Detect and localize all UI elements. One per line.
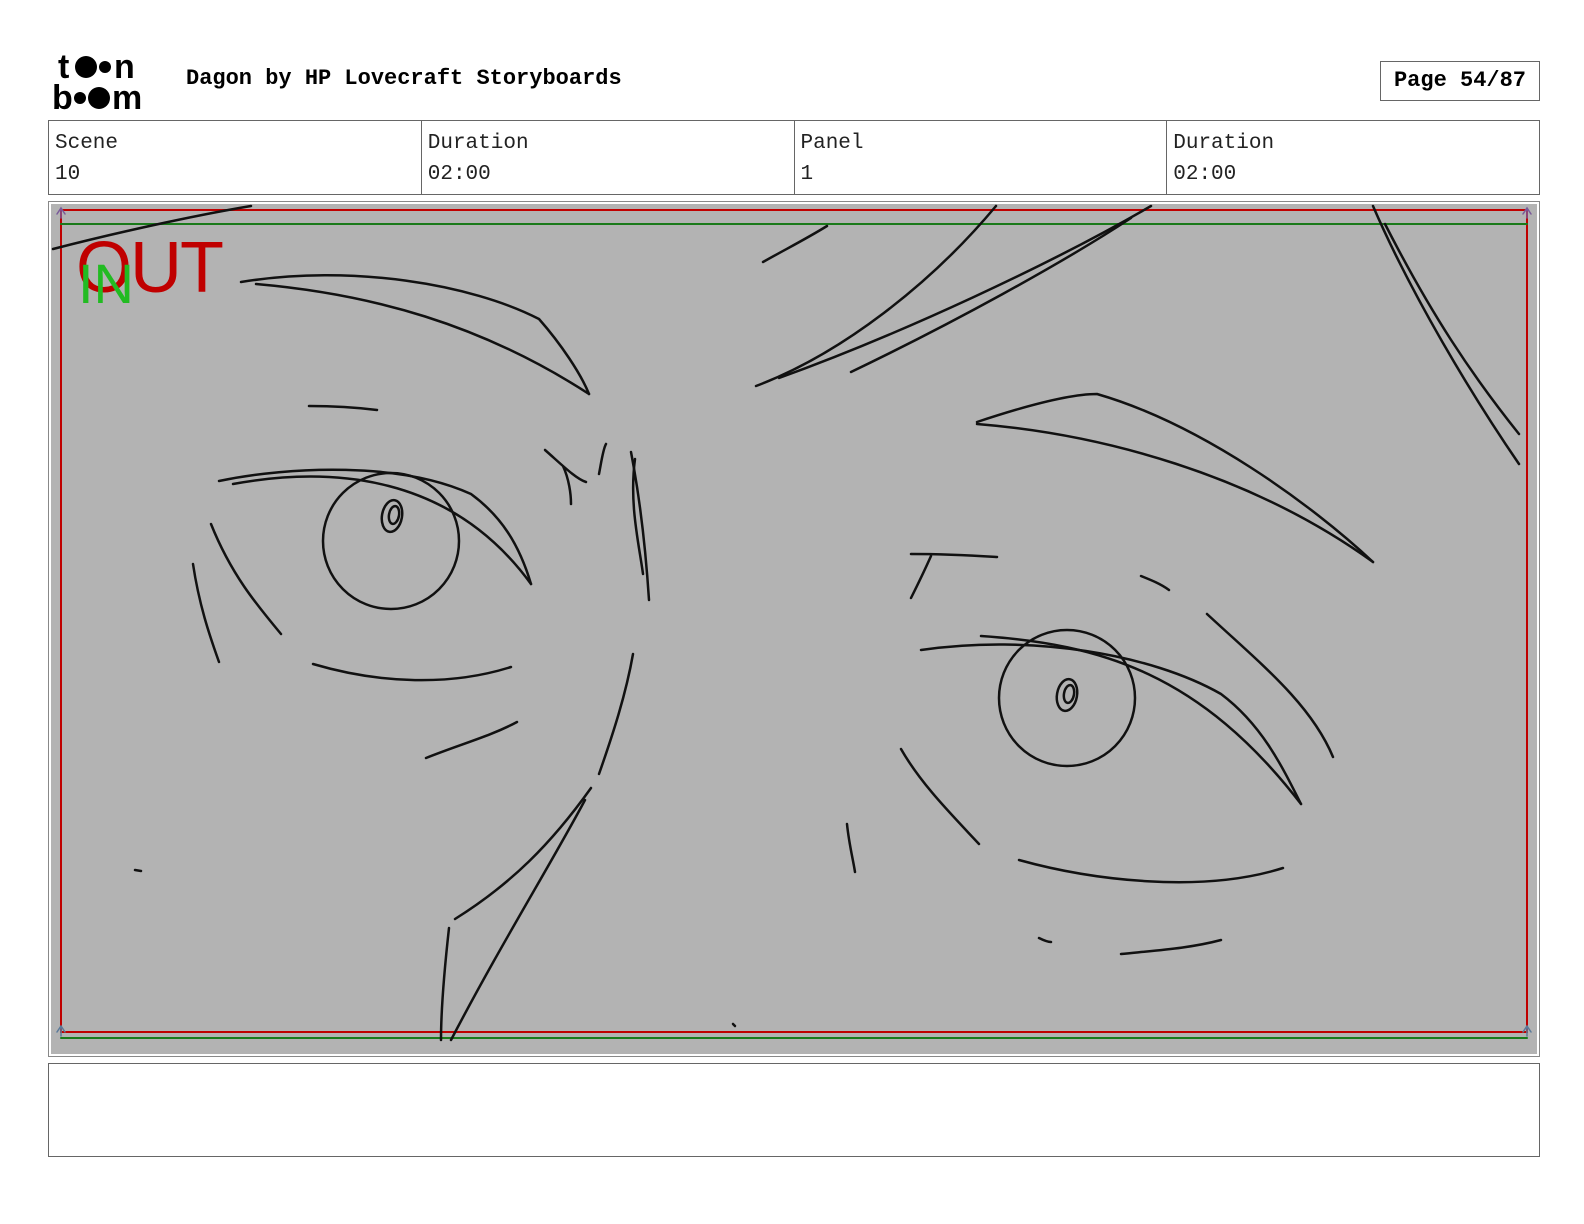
storyboard-panel [48, 201, 1540, 1057]
scene-value: 10 [55, 163, 81, 186]
panel-label: Panel [800, 132, 864, 155]
action-safe-frame [60, 209, 1528, 1033]
scene-duration-value: 02:00 [427, 163, 491, 186]
svg-text:m: m [112, 79, 142, 114]
shot-info-row: Scene 10 Duration 02:00 Panel 1 Duration… [48, 120, 1540, 195]
panel-cell: Panel 1 [795, 121, 1168, 194]
scene-cell: Scene 10 [49, 121, 422, 194]
scene-duration-cell: Duration 02:00 [422, 121, 795, 194]
document-title: Dagon by HP Lovecraft Storyboards [186, 66, 622, 91]
toon-boom-logo: t n b m [50, 48, 166, 117]
in-marker: IN [78, 252, 134, 315]
svg-text:b: b [52, 79, 73, 114]
panel-duration-value: 02:00 [1173, 163, 1237, 186]
panel-notes [48, 1063, 1540, 1157]
panel-duration-cell: Duration 02:00 [1167, 121, 1539, 194]
panel-duration-label: Duration [1173, 132, 1275, 155]
scene-duration-label: Duration [427, 132, 529, 155]
scene-label: Scene [55, 132, 119, 155]
page-indicator: Page 54/87 [1380, 61, 1540, 101]
panel-value: 1 [800, 163, 814, 186]
panel-drawing [51, 204, 1537, 1054]
